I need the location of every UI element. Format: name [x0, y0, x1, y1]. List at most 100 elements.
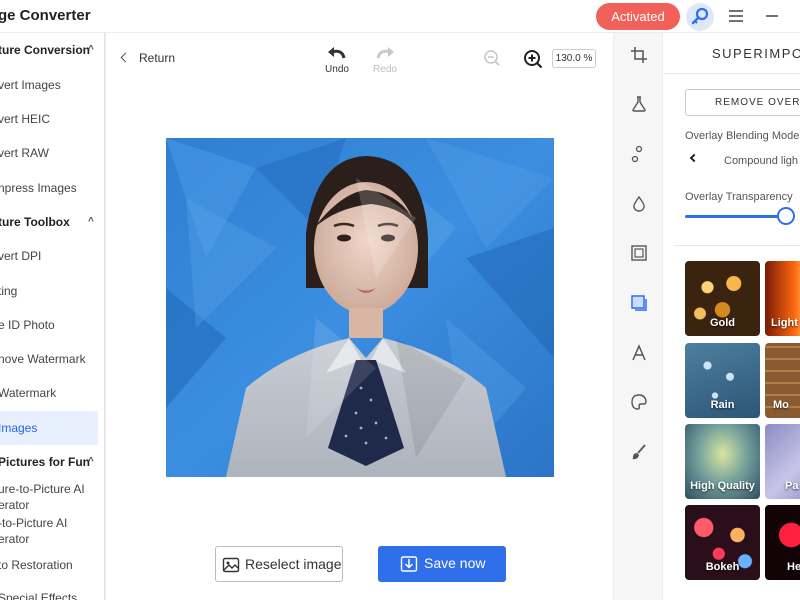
sidebar-item-picture-to-picture-ai-generator[interactable]: ure-to-Picture AI erator: [0, 480, 100, 516]
sidebar-item-label: vert Images: [0, 78, 61, 92]
brush-icon[interactable]: [630, 443, 648, 461]
sidebar-section-pictures-for-fun[interactable]: Pictures for Fun ^: [0, 446, 100, 478]
sidebar-item-convert-images[interactable]: vert Images: [0, 69, 100, 101]
sidebar-item-label: ting: [0, 284, 18, 298]
sidebar-item-remove-watermark[interactable]: nove Watermark: [0, 343, 100, 375]
sidebar-item-label: ure-to-Picture AI: [0, 482, 85, 496]
overlay-thumb-mosaic[interactable]: Mo: [765, 343, 800, 418]
sidebar-item-add-watermark[interactable]: Watermark: [0, 377, 100, 409]
thumb-caption: High Quality: [690, 480, 755, 492]
undo-icon: [328, 47, 346, 59]
sidebar-item-label: vert RAW: [0, 146, 49, 160]
zoom-in-icon[interactable]: [523, 49, 543, 69]
sidebar-item-label: Watermark: [0, 386, 57, 400]
crop-icon[interactable]: [630, 46, 648, 64]
superimpose-panel: SUPERIMPOS REMOVE OVERLA Overlay Blendin…: [664, 33, 800, 600]
sidebar-item-label-2: erator: [0, 532, 30, 546]
beaker-icon[interactable]: [630, 95, 648, 113]
sidebar-item-label: nove Watermark: [0, 352, 86, 366]
overlay-thumb-paper[interactable]: Pa: [765, 424, 800, 499]
chevron-up-icon: ^: [88, 456, 94, 467]
undo-button[interactable]: Undo: [317, 45, 357, 75]
overlay-thumb-light[interactable]: Light: [765, 261, 800, 336]
sidebar-item-label: ture Toolbox: [0, 215, 70, 229]
sidebar-item-convert-dpi[interactable]: vert DPI: [0, 240, 100, 272]
remove-overlay-button[interactable]: REMOVE OVERLA: [685, 89, 800, 116]
download-icon: [400, 556, 418, 572]
return-button[interactable]: Return: [120, 51, 176, 65]
hamburger-menu-icon[interactable]: [727, 8, 745, 24]
key-button[interactable]: [686, 3, 714, 31]
sidebar-item-convert-raw[interactable]: vert RAW: [0, 137, 100, 169]
save-label: Save now: [424, 555, 486, 571]
key-icon: [691, 7, 709, 25]
overlay-thumb-high-quality[interactable]: High Quality: [685, 424, 760, 499]
transparency-slider-handle[interactable]: [777, 207, 795, 225]
sidebar-item-label-2: erator: [0, 498, 30, 512]
sidebar-section-picture-conversion[interactable]: ture Conversion ^: [0, 34, 100, 66]
nodes-icon[interactable]: [630, 145, 648, 163]
sidebar-item-label: vert HEIC: [0, 112, 51, 126]
sidebar-section-picture-toolbox[interactable]: ture Toolbox ^: [0, 206, 100, 238]
blend-mode-select[interactable]: Compound ligh: [685, 151, 800, 173]
sidebar-scrollbar[interactable]: [104, 33, 105, 600]
overlay-thumb-heart[interactable]: He: [765, 505, 800, 580]
thumb-caption: Pa: [785, 480, 799, 492]
redo-icon: [376, 47, 394, 59]
text-icon[interactable]: [630, 344, 648, 362]
blend-mode-label: Overlay Blending Mode: [685, 130, 800, 142]
sidebar-item-label: Pictures for Fun: [0, 455, 91, 469]
redo-button[interactable]: Redo: [365, 45, 405, 75]
sidebar-item-label: Special Effects: [0, 591, 78, 600]
sidebar-item-make-id-photo[interactable]: e ID Photo: [0, 309, 100, 341]
sidebar-item-convert-heic[interactable]: vert HEIC: [0, 103, 100, 135]
tool-column: [613, 33, 663, 600]
frame-icon[interactable]: [630, 244, 648, 262]
blend-mode-value: Compound ligh: [724, 155, 798, 167]
app-title: ge Converter: [0, 7, 91, 24]
main-editor: Return Undo Redo 130.0 % Reselect image …: [107, 33, 613, 600]
drop-icon[interactable]: [630, 195, 648, 213]
title-bar: ge Converter Activated: [0, 0, 800, 33]
divider: [664, 73, 800, 74]
divider: [674, 245, 800, 246]
canvas-image[interactable]: [166, 138, 554, 477]
redo-label: Redo: [373, 64, 397, 75]
panel-title: SUPERIMPOS: [712, 46, 800, 61]
overlay-thumb-rain[interactable]: Rain: [685, 343, 760, 418]
sidebar-item-compress-images[interactable]: npress Images: [0, 172, 100, 204]
sidebar-item-photo-restoration[interactable]: to Restoration: [0, 549, 100, 581]
sidebar-item-combine-images[interactable]: Images: [0, 411, 98, 445]
minimize-icon[interactable]: [764, 8, 780, 24]
sidebar: ture Conversion ^ vert Images vert HEIC …: [0, 33, 106, 600]
zoom-out-icon[interactable]: [483, 49, 501, 67]
transparency-label: Overlay Transparency: [685, 191, 793, 203]
overlay-thumb-bokeh[interactable]: Bokeh: [685, 505, 760, 580]
chevron-up-icon: ^: [88, 44, 94, 55]
sidebar-item-label: -to-Picture AI: [0, 516, 68, 530]
reselect-image-button[interactable]: Reselect image: [215, 546, 343, 582]
sidebar-item-label: e ID Photo: [0, 318, 55, 332]
overlay-thumb-gold[interactable]: Gold: [685, 261, 760, 336]
transparency-slider-track[interactable]: [685, 215, 785, 218]
app-window: ge Converter Activated ture Conversion ^…: [0, 0, 800, 600]
sidebar-item-special-effects[interactable]: Special Effects: [0, 582, 100, 600]
save-now-button[interactable]: Save now: [378, 546, 506, 582]
sidebar-item-text-to-picture-ai-generator[interactable]: -to-Picture AI erator: [0, 514, 100, 550]
thumb-caption: Gold: [709, 317, 736, 329]
thumb-caption: Light: [771, 317, 798, 329]
image-icon: [222, 557, 240, 573]
sidebar-item-cutting[interactable]: ting: [0, 275, 100, 307]
thumb-caption: Mo: [773, 399, 789, 411]
palette-icon[interactable]: [630, 393, 648, 411]
sidebar-item-label: Images: [0, 421, 38, 435]
superimpose-icon[interactable]: [630, 294, 648, 312]
undo-label: Undo: [325, 64, 349, 75]
zoom-level-field[interactable]: 130.0 %: [552, 49, 596, 68]
return-label: Return: [139, 51, 176, 65]
sidebar-item-label: vert DPI: [0, 249, 42, 263]
sidebar-item-label: to Restoration: [0, 558, 73, 572]
activated-button[interactable]: Activated: [596, 3, 680, 30]
chevron-left-icon[interactable]: [689, 153, 699, 163]
reselect-label: Reselect image: [245, 556, 342, 572]
